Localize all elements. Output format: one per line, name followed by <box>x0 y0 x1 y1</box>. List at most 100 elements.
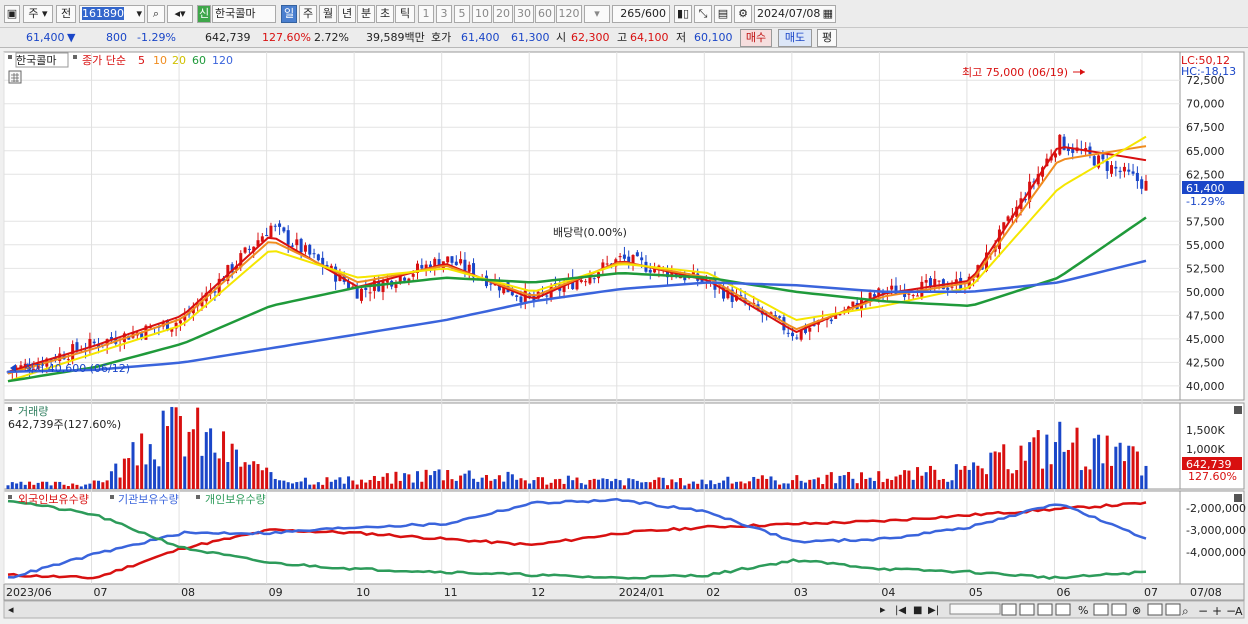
volume-bar <box>769 476 773 489</box>
candle-body <box>316 254 320 261</box>
volume-bar <box>993 451 997 489</box>
period-second-button[interactable]: 초 <box>376 5 394 23</box>
layout-icon[interactable] <box>1055 603 1071 616</box>
volume-bar <box>291 483 294 489</box>
dividend-annotation: 배당락(0.00%) <box>553 226 627 239</box>
scroll-left-icon[interactable]: ◂ <box>8 603 14 616</box>
volume-bar <box>424 469 428 489</box>
volume-bar <box>1010 473 1014 489</box>
volume-bar <box>316 482 320 489</box>
speaker-icon[interactable]: ◂▾ <box>167 5 193 23</box>
stop-icon[interactable]: ■ <box>913 605 922 616</box>
volume-bar <box>834 483 838 489</box>
volume-bar <box>97 480 101 489</box>
step-1-button[interactable]: 1 <box>418 5 434 23</box>
candle-body <box>273 225 277 227</box>
volume-bar <box>75 484 79 489</box>
count-total: /600 <box>641 7 666 20</box>
period-year-button[interactable]: 년 <box>338 5 356 23</box>
camera-icon[interactable] <box>1165 603 1181 616</box>
period-week-button[interactable]: 주 <box>299 5 317 23</box>
step-3-button[interactable]: 3 <box>436 5 452 23</box>
zoom-in-icon[interactable]: + <box>1212 604 1222 618</box>
candle-type-icon[interactable]: ▮▯ <box>674 5 692 23</box>
volume-bar <box>1084 466 1088 489</box>
date-input[interactable]: 2024/07/08 ▦ <box>754 5 836 23</box>
volume-bar <box>200 455 204 489</box>
export-icon[interactable] <box>1037 603 1053 616</box>
candle-body <box>446 256 450 263</box>
screen-icon[interactable] <box>1147 603 1163 616</box>
step-30-button[interactable]: 30 <box>514 5 534 23</box>
volume-bar <box>786 483 790 489</box>
scroll-right-icon[interactable]: ▸ <box>880 603 886 616</box>
grid-icon[interactable] <box>1093 603 1109 616</box>
volume-bar <box>127 458 131 489</box>
current-pct-axis-value: -1.29% <box>1186 195 1225 208</box>
copy-icon[interactable] <box>1001 603 1017 616</box>
candle-body <box>1110 165 1114 174</box>
volume-bar <box>312 484 316 489</box>
date-value: 2024/07/08 <box>757 7 821 20</box>
hc-value: HC:-18,13 <box>1181 65 1236 78</box>
avg-button[interactable]: 평 <box>817 29 837 47</box>
volume-bar <box>743 483 747 489</box>
x-tick-label: 09 <box>269 586 283 599</box>
count-field[interactable]: 265/600 <box>612 5 670 23</box>
stock-name-field[interactable]: 한국콜마 <box>212 5 276 23</box>
stock-code-input[interactable]: 161890 ▾ <box>79 5 145 23</box>
first-page-icon[interactable]: |◀ <box>895 605 906 616</box>
gear-icon[interactable]: ⚙ <box>734 5 752 23</box>
volume-bar <box>15 483 19 489</box>
font-size-icon[interactable]: A <box>1235 605 1243 618</box>
candle-body <box>489 283 493 285</box>
percent-icon[interactable]: % <box>1078 604 1088 617</box>
step-60-button[interactable]: 60 <box>535 5 555 23</box>
legend-close-label: 종가 단순 <box>82 54 126 67</box>
step-120-button[interactable]: 120 <box>556 5 582 23</box>
x-tick-label: 05 <box>969 586 983 599</box>
volume-bar <box>687 483 691 489</box>
save-icon[interactable]: ▤ <box>714 5 732 23</box>
price-tick-label: 42,500 <box>1186 356 1225 369</box>
print-icon[interactable] <box>1019 603 1035 616</box>
period-month-button[interactable]: 월 <box>319 5 337 23</box>
volume-bar <box>592 478 596 489</box>
buy-button[interactable]: 매수 <box>740 29 772 47</box>
candle-body <box>640 257 644 261</box>
volume-bar <box>976 465 980 489</box>
volume-bar <box>571 480 575 489</box>
window-icon[interactable]: ▣ <box>4 5 20 23</box>
close-volume-panel-icon[interactable] <box>1234 406 1242 414</box>
last-page-icon[interactable]: ▶| <box>928 605 939 616</box>
volume-bar <box>816 477 820 489</box>
search-icon[interactable]: ⌕ <box>147 5 165 23</box>
step-select[interactable]: ▾ <box>584 5 610 23</box>
calendar-icon: ▦ <box>822 7 833 20</box>
zoom-slider[interactable] <box>949 603 1001 615</box>
zoom-out-icon[interactable]: − <box>1198 604 1208 618</box>
draw-tool-icon[interactable]: ⤡ <box>694 5 712 23</box>
period-tick-button[interactable]: 틱 <box>395 5 415 23</box>
volume-bar <box>657 477 661 489</box>
period-minute-button[interactable]: 분 <box>357 5 375 23</box>
step-5-button[interactable]: 5 <box>454 5 470 23</box>
sell-button[interactable]: 매도 <box>778 29 812 47</box>
volume-bar <box>62 484 66 489</box>
chart-sel-button[interactable]: 전 <box>56 5 76 23</box>
volume-bar <box>282 480 286 489</box>
step-20-button[interactable]: 20 <box>493 5 513 23</box>
tool-icon[interactable]: ⊗ <box>1132 604 1141 617</box>
volume-bar <box>536 477 540 489</box>
step-10-button[interactable]: 10 <box>472 5 492 23</box>
close-holdings-panel-icon[interactable] <box>1234 494 1242 502</box>
price-tick-label: 70,000 <box>1186 98 1225 111</box>
period-day-button[interactable]: 일 <box>281 5 297 23</box>
market-type-select[interactable]: 주 ▾ <box>23 5 53 23</box>
candle-body <box>420 265 424 269</box>
volume-bar <box>109 471 113 489</box>
volume-bar <box>28 481 32 489</box>
zoom-search-icon[interactable]: ⌕ <box>1182 604 1189 618</box>
volume-bar <box>605 478 609 489</box>
window-split-icon[interactable] <box>1111 603 1127 616</box>
